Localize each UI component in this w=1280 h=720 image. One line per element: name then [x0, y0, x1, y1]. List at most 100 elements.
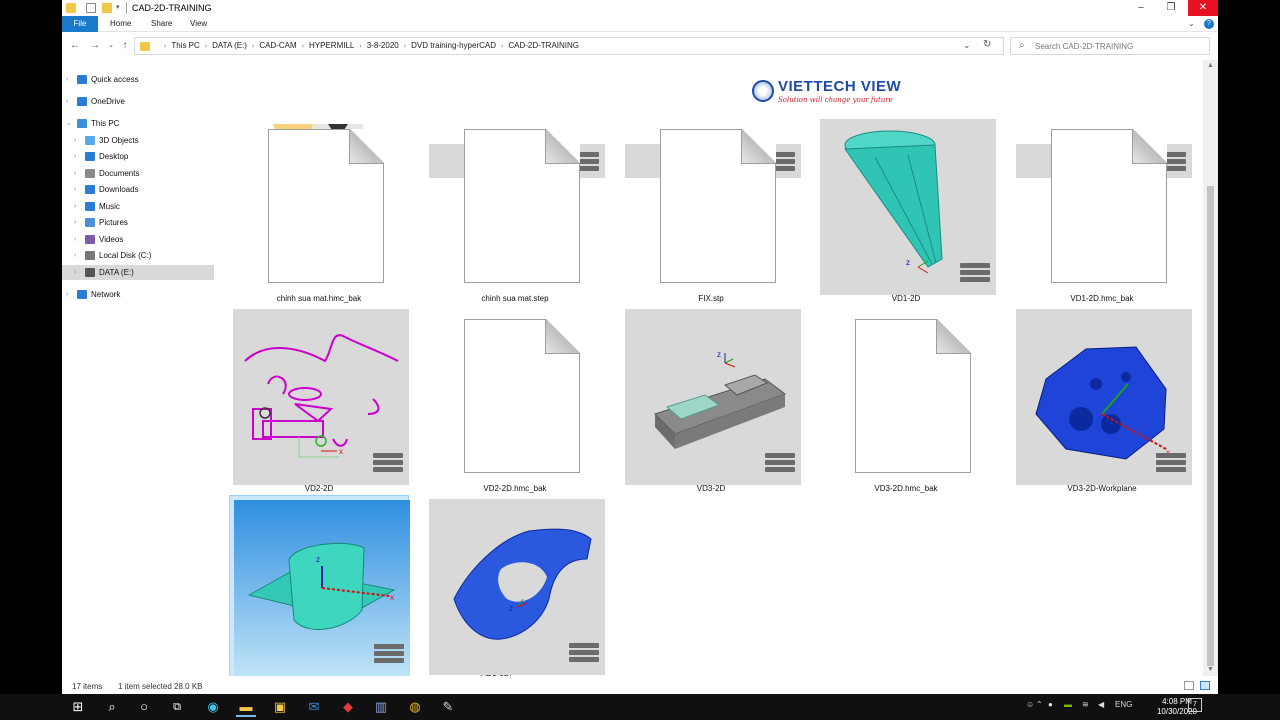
properties-icon[interactable] [86, 3, 96, 13]
expand-chevron-icon[interactable]: ⌄ [66, 116, 72, 131]
tab-file[interactable]: File [62, 16, 98, 32]
file-item[interactable]: z VD5-3Dl-so-curves [425, 495, 605, 676]
store-icon[interactable]: ▣ [270, 697, 290, 717]
cortana-icon[interactable]: ○ [134, 697, 154, 717]
people-icon[interactable]: ☺ [1026, 700, 1034, 709]
nav-item-music[interactable]: › Music [62, 199, 214, 214]
expand-ribbon-icon[interactable]: ⌄ [1188, 19, 1195, 28]
expand-chevron-icon[interactable]: › [66, 72, 68, 87]
file-item[interactable]: chinh sua mat.hmc_bak [229, 115, 409, 303]
address-bar[interactable]: › This PC › DATA (E:) › CAD-CAM › HYPERMILL › 3-8… [134, 37, 1004, 55]
chevron-down-icon[interactable]: ▾ [116, 3, 120, 11]
nav-item-downloads[interactable]: › Downloads [62, 182, 214, 197]
expand-chevron-icon[interactable]: › [74, 133, 76, 148]
new-folder-icon[interactable] [102, 3, 112, 13]
breadcrumb-item[interactable]: DVD training-hyperCAD [411, 41, 496, 50]
breadcrumb-item[interactable]: This PC [171, 41, 199, 50]
file-item[interactable]: z VD3-2D [621, 305, 801, 493]
microphone-icon[interactable]: ● [1048, 700, 1053, 709]
nav-item-local-disk-c[interactable]: › Local Disk (C:) [62, 248, 214, 263]
expand-chevron-icon[interactable]: › [74, 215, 76, 230]
breadcrumb-item[interactable]: CAD-2D-TRAINING [508, 41, 579, 50]
nav-item-desktop[interactable]: › Desktop [62, 149, 214, 164]
file-item[interactable]: VD3-2D.hmc_bak [816, 305, 996, 493]
wifi-icon[interactable]: ≋ [1082, 700, 1089, 709]
tab-home[interactable]: Home [104, 16, 137, 32]
file-item[interactable]: z VD1-2D [816, 115, 996, 303]
file-item[interactable]: x VD2-2D [229, 305, 409, 493]
nav-item-onedrive[interactable]: › OneDrive [62, 94, 214, 109]
nav-item-label: This PC [91, 119, 120, 128]
tab-view[interactable]: View [184, 16, 213, 32]
breadcrumb-item[interactable]: CAD-CAM [259, 41, 296, 50]
nav-item-network[interactable]: › Network [62, 287, 214, 302]
nav-item-quick-access[interactable]: › Quick access [62, 72, 214, 87]
language-indicator[interactable]: ENG [1115, 700, 1132, 709]
help-icon[interactable]: ? [1204, 19, 1214, 29]
breadcrumb-item[interactable]: HYPERMILL [309, 41, 354, 50]
breadcrumb-item[interactable]: 3-8-2020 [367, 41, 399, 50]
scroll-down-icon[interactable]: ▼ [1207, 666, 1214, 673]
usb-icon[interactable]: ▬ [1064, 700, 1072, 709]
large-icons-view-icon[interactable] [1200, 681, 1210, 690]
selection-info: 1 item selected 28.0 KB [118, 682, 203, 691]
details-view-icon[interactable] [1184, 681, 1194, 690]
search-icon[interactable]: ⌕ [102, 697, 122, 717]
svg-text:z: z [906, 258, 910, 267]
nav-item-this-pc[interactable]: ⌄ This PC [62, 116, 214, 131]
maximize-button[interactable]: ❐ [1156, 0, 1186, 16]
address-dropdown-icon[interactable]: ⌄ [963, 40, 971, 51]
search-placeholder: Search CAD-2D-TRAINING [1035, 42, 1134, 51]
breadcrumb-item[interactable]: DATA (E:) [212, 41, 247, 50]
music-icon [85, 202, 95, 211]
expand-chevron-icon[interactable]: › [74, 232, 76, 247]
scrollbar-thumb[interactable] [1207, 186, 1214, 666]
nav-item-data-e[interactable]: › DATA (E:) [62, 265, 214, 280]
status-bar: 17 items 1 item selected 28.0 KB [62, 678, 1218, 694]
forward-button[interactable]: → [88, 39, 102, 53]
nav-item-3d-objects[interactable]: › 3D Objects [62, 133, 214, 148]
task-view-icon[interactable]: ⧉ [167, 697, 187, 717]
expand-chevron-icon[interactable]: › [74, 248, 76, 263]
notifications-icon[interactable]: 7 [1188, 698, 1202, 712]
refresh-icon[interactable]: ↻ [983, 39, 991, 50]
watermark-brand: VIETTECH VIEW [778, 78, 902, 95]
nav-item-videos[interactable]: › Videos [62, 232, 214, 247]
nav-item-pictures[interactable]: › Pictures [62, 215, 214, 230]
show-hidden-icons-icon[interactable]: ⌃ [1036, 700, 1043, 709]
app-icon[interactable]: ▥ [371, 697, 391, 717]
close-button[interactable]: ✕ [1188, 0, 1218, 16]
expand-chevron-icon[interactable]: › [74, 265, 76, 280]
expand-chevron-icon[interactable]: › [66, 94, 68, 109]
expand-chevron-icon[interactable]: › [66, 287, 68, 302]
file-item[interactable]: VD2-2D.hmc_bak [425, 305, 605, 493]
scroll-up-icon[interactable]: ▲ [1207, 62, 1214, 69]
back-button[interactable]: ← [68, 39, 82, 53]
file-item[interactable]: chinh sua mat.step [425, 115, 605, 303]
file-item[interactable]: zxVD4-3D-Intersection [229, 495, 410, 676]
mail-icon[interactable]: ✉ [304, 697, 324, 717]
vertical-scrollbar[interactable]: ▲ ▼ [1203, 60, 1218, 676]
file-item[interactable]: VD1-2D.hmc_bak [1012, 115, 1192, 303]
minimize-button[interactable]: – [1126, 0, 1156, 16]
search-input[interactable]: ⌕ Search CAD-2D-TRAINING [1010, 37, 1210, 55]
file-item[interactable]: FIX.stp [621, 115, 801, 303]
windows-start-icon[interactable]: ⊞ [68, 697, 88, 717]
recent-locations-button[interactable]: ⌄ [104, 39, 118, 53]
edge-icon[interactable]: ◉ [203, 697, 223, 717]
up-button[interactable]: ↑ [118, 39, 132, 53]
file-explorer-icon[interactable]: ▬ [236, 697, 256, 717]
file-item[interactable]: xVD3-2D-Workplane [1012, 305, 1192, 493]
expand-chevron-icon[interactable]: › [74, 199, 76, 214]
expand-chevron-icon[interactable]: › [74, 182, 76, 197]
volume-icon[interactable]: ◀ [1098, 700, 1104, 709]
file-name: VD2-2D.hmc_bak [483, 484, 547, 493]
tab-share[interactable]: Share [145, 16, 178, 32]
expand-chevron-icon[interactable]: › [74, 166, 76, 181]
expand-chevron-icon[interactable]: › [74, 149, 76, 164]
nav-item-documents[interactable]: › Documents [62, 166, 214, 181]
file-name: VD4-3D-Intersection [230, 675, 410, 676]
hypermill-icon[interactable]: ◆ [338, 697, 358, 717]
chrome-icon[interactable]: ◍ [405, 697, 425, 717]
hypercad-icon[interactable]: ✎ [438, 697, 458, 717]
